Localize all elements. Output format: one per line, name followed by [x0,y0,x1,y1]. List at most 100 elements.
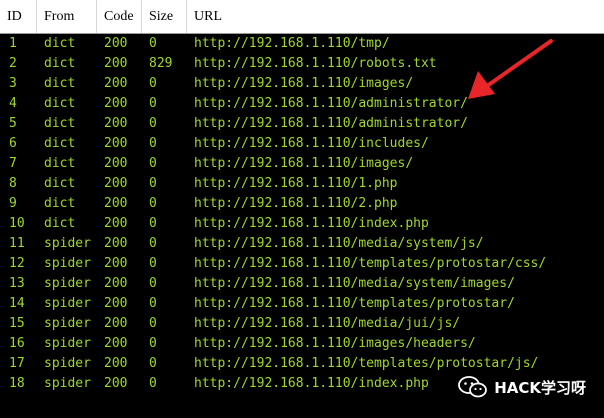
cell-size: 0 [149,276,157,291]
cell-size: 0 [149,196,157,211]
cell-id: 2 [9,56,17,71]
cell-from: dict [44,136,76,151]
cell-size: 0 [149,216,157,231]
cell-code: 200 [104,236,128,251]
table-header: ID From Code Size URL [0,0,604,34]
table-row[interactable]: 8 dict 200 0 http://192.168.1.110/1.php [0,174,604,194]
table-row[interactable]: 9 dict 200 0 http://192.168.1.110/2.php [0,194,604,214]
table-row[interactable]: 6 dict 200 0 http://192.168.1.110/includes/ [0,134,604,154]
cell-size: 0 [149,176,157,191]
cell-id: 1 [9,36,17,51]
cell-url: http://192.168.1.110/1.php [194,176,398,191]
column-header-size[interactable]: Size [142,0,187,33]
wechat-icon [458,376,488,398]
table-row[interactable]: 2 dict 200 829 http://192.168.1.110/robots.t… [0,54,604,74]
cell-id: 17 [9,356,25,371]
cell-size: 0 [149,156,157,171]
cell-size: 0 [149,236,157,251]
cell-code: 200 [104,196,128,211]
table-row[interactable]: 3 dict 200 0 http://192.168.1.110/images/ [0,74,604,94]
column-header-from[interactable]: From [37,0,97,33]
cell-size: 0 [149,76,157,91]
cell-from: spider [44,236,91,251]
cell-id: 8 [9,176,17,191]
table-row[interactable]: 15 spider 200 0 http://192.168.1.110/media/j… [0,314,604,334]
table-row[interactable]: 11 spider 200 0 http://192.168.1.110/media/s… [0,234,604,254]
cell-url: http://192.168.1.110/templates/protostar… [194,256,547,271]
cell-size: 0 [149,336,157,351]
table-row[interactable]: 17 spider 200 0 http://192.168.1.110/templat… [0,354,604,374]
cell-from: spider [44,376,91,391]
cell-id: 7 [9,156,17,171]
cell-size: 0 [149,96,157,111]
table-row[interactable]: 4 dict 200 0 http://192.168.1.110/administra… [0,94,604,114]
cell-from: dict [44,116,76,131]
cell-code: 200 [104,36,128,51]
cell-url: http://192.168.1.110/templates/protostar… [194,356,539,371]
column-header-id[interactable]: ID [0,0,37,33]
cell-id: 18 [9,376,25,391]
table-row[interactable]: 13 spider 200 0 http://192.168.1.110/media/s… [0,274,604,294]
cell-from: dict [44,196,76,211]
cell-url: http://192.168.1.110/administrator/ [194,116,468,131]
cell-size: 0 [149,256,157,271]
cell-id: 9 [9,196,17,211]
cell-id: 3 [9,76,17,91]
cell-from: spider [44,316,91,331]
cell-from: dict [44,96,76,111]
cell-code: 200 [104,256,128,271]
cell-code: 200 [104,276,128,291]
cell-code: 200 [104,216,128,231]
column-header-code[interactable]: Code [97,0,142,33]
cell-code: 200 [104,96,128,111]
table-row[interactable]: 12 spider 200 0 http://192.168.1.110/templat… [0,254,604,274]
cell-from: dict [44,216,76,231]
cell-id: 13 [9,276,25,291]
column-header-url[interactable]: URL [187,0,604,33]
cell-code: 200 [104,176,128,191]
table-row[interactable]: 16 spider 200 0 http://192.168.1.110/images/… [0,334,604,354]
cell-url: http://192.168.1.110/tmp/ [194,36,390,51]
cell-code: 200 [104,376,128,391]
cell-size: 0 [149,296,157,311]
cell-from: dict [44,76,76,91]
cell-id: 12 [9,256,25,271]
cell-code: 200 [104,356,128,371]
cell-from: dict [44,36,76,51]
table-row[interactable]: 1 dict 200 0 http://192.168.1.110/tmp/ [0,34,604,54]
table-row[interactable]: 14 spider 200 0 http://192.168.1.110/templat… [0,294,604,314]
cell-size: 829 [149,56,173,71]
cell-size: 0 [149,136,157,151]
cell-from: dict [44,156,76,171]
cell-code: 200 [104,76,128,91]
cell-code: 200 [104,116,128,131]
cell-from: spider [44,336,91,351]
cell-id: 10 [9,216,25,231]
cell-size: 0 [149,116,157,131]
cell-size: 0 [149,376,157,391]
scan-results-table: ID From Code Size URL 1 dict 200 0 http://19… [0,0,604,418]
cell-size: 0 [149,316,157,331]
watermark: HACK学习呀 [458,374,586,400]
cell-from: spider [44,276,91,291]
watermark-text: HACK学习呀 [494,378,586,397]
cell-from: spider [44,356,91,371]
table-body: 1 dict 200 0 http://192.168.1.110/tmp/2 dict 2… [0,34,604,394]
cell-code: 200 [104,56,128,71]
cell-url: http://192.168.1.110/images/ [194,76,414,91]
cell-id: 14 [9,296,25,311]
cell-url: http://192.168.1.110/2.php [194,196,398,211]
cell-size: 0 [149,356,157,371]
cell-code: 200 [104,296,128,311]
cell-code: 200 [104,136,128,151]
cell-url: http://192.168.1.110/media/system/js/ [194,236,484,251]
table-row[interactable]: 10 dict 200 0 http://192.168.1.110/index.php [0,214,604,234]
cell-url: http://192.168.1.110/administrator/ [194,96,468,111]
table-row[interactable]: 5 dict 200 0 http://192.168.1.110/administra… [0,114,604,134]
cell-url: http://192.168.1.110/index.php [194,376,429,391]
cell-from: spider [44,296,91,311]
cell-id: 11 [9,236,25,251]
cell-url: http://192.168.1.110/images/headers/ [194,336,476,351]
table-row[interactable]: 7 dict 200 0 http://192.168.1.110/images/ [0,154,604,174]
cell-from: dict [44,176,76,191]
